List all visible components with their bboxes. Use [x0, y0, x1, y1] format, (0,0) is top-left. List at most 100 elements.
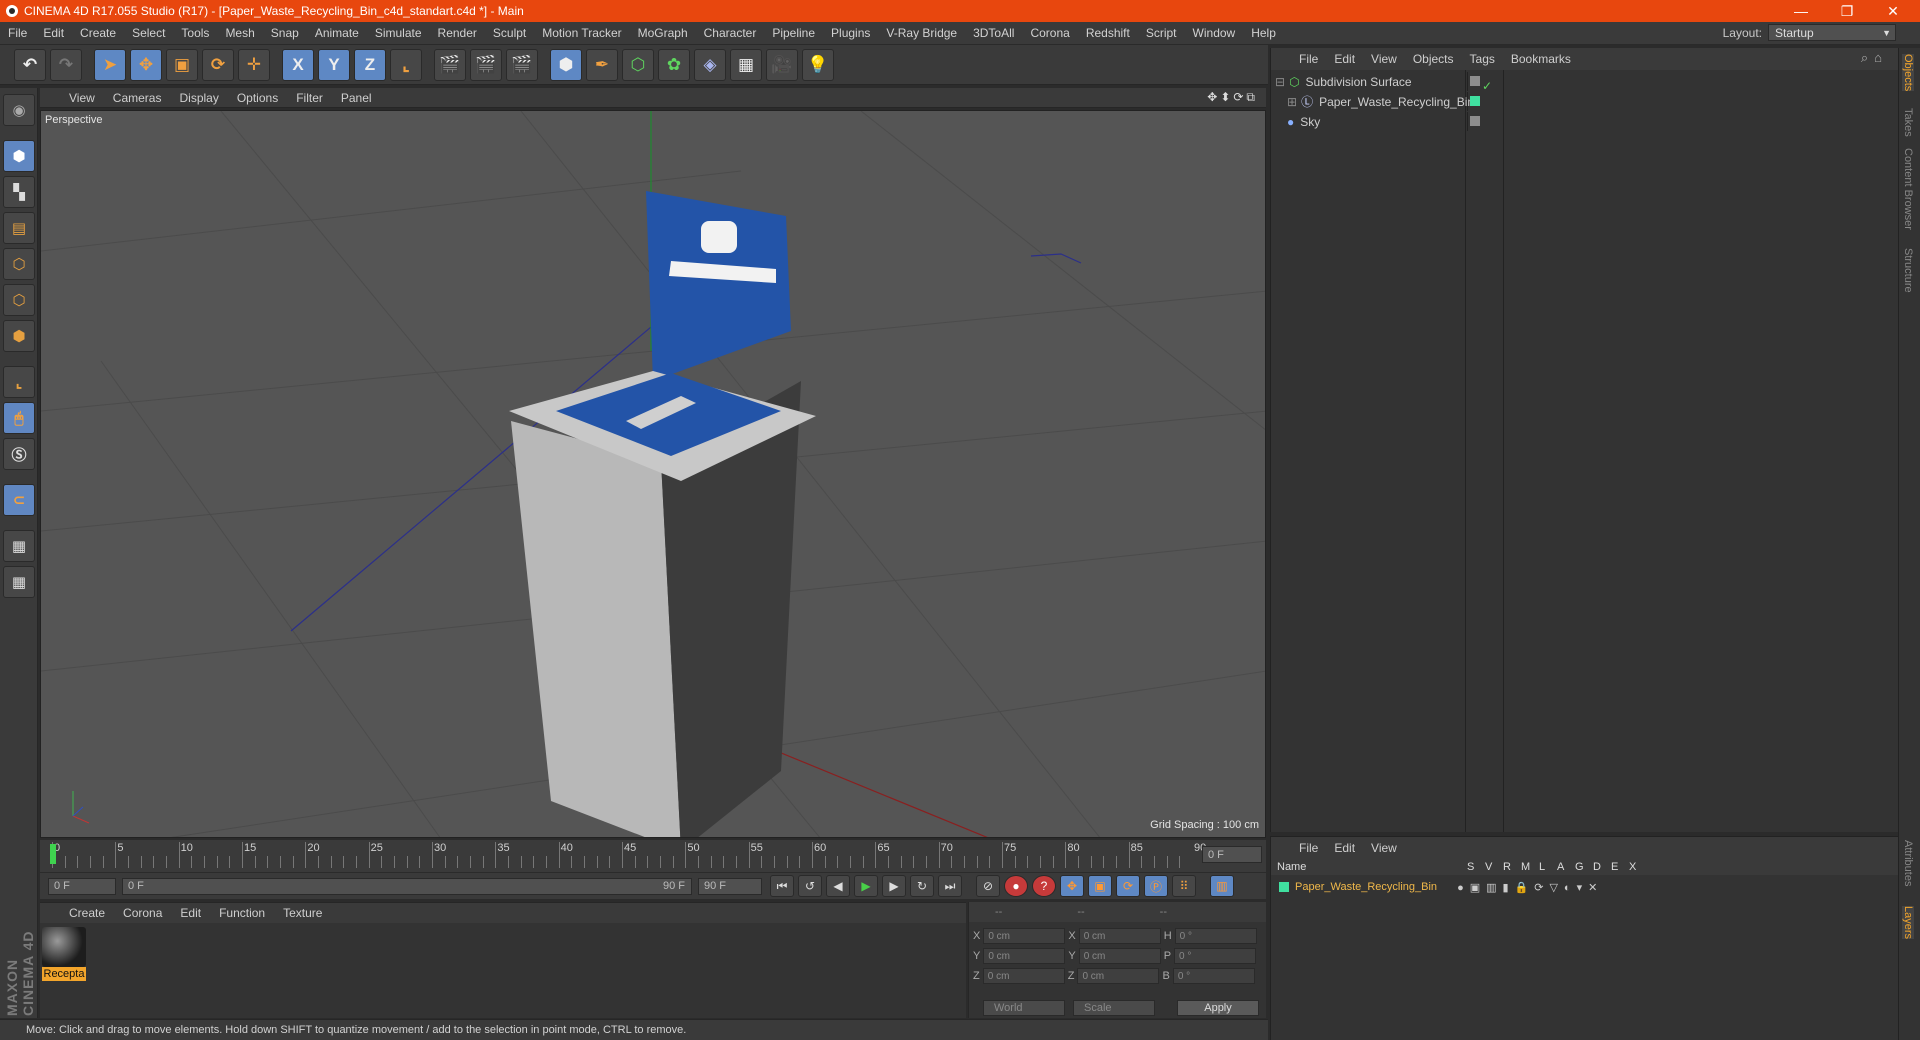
light-button[interactable]: 💡 — [802, 48, 834, 81]
coordinate-system-button[interactable]: ⌞ — [390, 48, 422, 81]
object-menu-view[interactable]: View — [1363, 52, 1405, 66]
layer-col-animation[interactable]: A — [1557, 861, 1564, 873]
object-visibility-toggles[interactable]: ✓ — [1467, 72, 1497, 93]
menu-vray-bridge[interactable]: V-Ray Bridge — [878, 26, 965, 40]
key-point-level-button[interactable]: ⠿ — [1172, 875, 1196, 897]
rotation-b-field[interactable]: 0 ° — [1172, 968, 1255, 984]
menu-redshift[interactable]: Redshift — [1078, 26, 1138, 40]
model-mode-button[interactable]: ⬢ — [3, 140, 35, 172]
viewport-menu-display[interactable]: Display — [170, 91, 227, 105]
object-visibility-toggles[interactable] — [1467, 92, 1497, 111]
go-to-end-button[interactable]: ⏭ — [938, 875, 962, 897]
timeline-ruler[interactable]: 0 5 10 15 20 25 30 35 40 45 50 55 60 65 70 75 80 85 90 0 F — [40, 840, 1266, 872]
object-menu-edit[interactable]: Edit — [1326, 52, 1363, 66]
menu-corona[interactable]: Corona — [1022, 26, 1077, 40]
object-visibility-toggles[interactable] — [1467, 112, 1497, 131]
menu-help[interactable]: Help — [1243, 26, 1284, 40]
menu-mograph[interactable]: MoGraph — [630, 26, 696, 40]
texture-mode-button[interactable]: ▚ — [3, 176, 35, 208]
record-button[interactable]: ● — [1004, 875, 1028, 897]
rotation-p-field[interactable]: 0 ° — [1174, 948, 1257, 964]
menu-tools[interactable]: Tools — [173, 26, 217, 40]
render-view-button[interactable]: 🎬 — [434, 48, 466, 81]
render-picture-viewer-button[interactable]: 🎬 — [470, 48, 502, 81]
playhead-marker[interactable] — [50, 844, 56, 864]
edges-mode-button[interactable]: ⬡ — [3, 284, 35, 316]
menu-script[interactable]: Script — [1138, 26, 1185, 40]
size-z-field[interactable]: 0 cm — [1077, 968, 1160, 984]
viewport-menu-view[interactable]: View — [60, 91, 104, 105]
position-z-field[interactable]: 0 cm — [982, 968, 1065, 984]
menu-motion-tracker[interactable]: Motion Tracker — [534, 26, 629, 40]
previous-keyframe-button[interactable]: ↺ — [798, 875, 822, 897]
render-settings-button[interactable]: 🎬 — [506, 48, 538, 81]
menu-mesh[interactable]: Mesh — [217, 26, 262, 40]
previous-frame-button[interactable]: ◀ — [826, 875, 850, 897]
object-manager-search-icon[interactable]: ⌕⌂ — [1861, 50, 1888, 66]
layer-col-deformers[interactable]: D — [1593, 861, 1601, 873]
material-menu-texture[interactable]: Texture — [274, 906, 331, 920]
object-menu-tags[interactable]: Tags — [1462, 52, 1503, 66]
y-axis-lock-button[interactable]: Y — [318, 48, 350, 81]
layer-col-expressions[interactable]: E — [1611, 861, 1618, 873]
snap-button[interactable]: Ⓢ — [3, 438, 35, 470]
layer-toggle-icons[interactable]: ●▣▥▮🔒⟳▽◐▾✕ — [1457, 881, 1603, 894]
recycling-bin-model[interactable] — [509, 191, 816, 838]
menu-window[interactable]: Window — [1185, 26, 1244, 40]
floor-button[interactable]: ▦ — [730, 48, 762, 81]
scale-tool-button[interactable]: ▣ — [166, 48, 198, 81]
apply-button[interactable]: Apply — [1177, 1000, 1259, 1016]
key-rotation-button[interactable]: ⟳ — [1116, 875, 1140, 897]
tab-takes[interactable]: Takes — [1902, 108, 1914, 137]
timeline-window-button[interactable]: ▥ — [1210, 875, 1234, 897]
tab-content-browser[interactable]: Content Browser — [1902, 148, 1914, 230]
autokey-button[interactable]: ? — [1032, 875, 1056, 897]
object-menu-bookmarks[interactable]: Bookmarks — [1503, 52, 1579, 66]
deformer-button[interactable]: ◈ — [694, 48, 726, 81]
material-menu-edit[interactable]: Edit — [171, 906, 210, 920]
next-keyframe-button[interactable]: ↻ — [910, 875, 934, 897]
layer-menu-view[interactable]: View — [1363, 841, 1405, 855]
tab-objects[interactable]: Objects — [1902, 54, 1914, 92]
menu-animate[interactable]: Animate — [307, 26, 367, 40]
position-x-field[interactable]: 0 cm — [983, 928, 1066, 944]
menu-pipeline[interactable]: Pipeline — [764, 26, 823, 40]
material-menu-create[interactable]: Create — [60, 906, 114, 920]
key-position-button[interactable]: ✥ — [1060, 875, 1084, 897]
next-frame-button[interactable]: ▶ — [882, 875, 906, 897]
go-to-start-button[interactable]: ⏮ — [770, 875, 794, 897]
workplane-mode-button[interactable]: ▤ — [3, 212, 35, 244]
layer-row[interactable]: Paper_Waste_Recycling_Bin ●▣▥▮🔒⟳▽◐▾✕ — [1279, 879, 1603, 895]
menu-3dtoall[interactable]: 3DToAll — [965, 26, 1022, 40]
x-axis-lock-button[interactable]: X — [282, 48, 314, 81]
z-axis-lock-button[interactable]: Z — [354, 48, 386, 81]
redo-button[interactable]: ↷ — [50, 48, 82, 81]
material-menu-function[interactable]: Function — [210, 906, 274, 920]
size-mode-dropdown[interactable]: Scale — [1073, 1000, 1155, 1016]
layer-menu-edit[interactable]: Edit — [1326, 841, 1363, 855]
live-selection-button[interactable]: ✛ — [238, 48, 270, 81]
layer-col-locked[interactable]: L — [1539, 861, 1545, 873]
coordinate-space-dropdown[interactable]: World — [983, 1000, 1065, 1016]
axis-mode-button[interactable]: ⌞ — [3, 366, 35, 398]
spline-pen-button[interactable]: ✒ — [586, 48, 618, 81]
layer-col-generators[interactable]: G — [1575, 861, 1584, 873]
object-menu-objects[interactable]: Objects — [1405, 52, 1462, 66]
viewport-menu-options[interactable]: Options — [228, 91, 287, 105]
menu-character[interactable]: Character — [696, 26, 765, 40]
tab-layers[interactable]: Layers — [1902, 906, 1914, 940]
cube-primitive-button[interactable]: ⬢ — [550, 48, 582, 81]
layer-menu-file[interactable]: File — [1291, 841, 1326, 855]
menu-file[interactable]: File — [0, 26, 35, 40]
make-editable-button[interactable]: ◉ — [3, 94, 35, 126]
viewport-menu-filter[interactable]: Filter — [287, 91, 332, 105]
layer-col-render[interactable]: R — [1503, 861, 1511, 873]
key-parameter-button[interactable]: Ⓟ — [1144, 875, 1168, 897]
tab-structure[interactable]: Structure — [1902, 248, 1914, 293]
menu-edit[interactable]: Edit — [35, 26, 72, 40]
subdivision-surface-button[interactable]: ⬡ — [622, 48, 654, 81]
layer-col-manager[interactable]: M — [1521, 861, 1530, 873]
layer-col-visible[interactable]: V — [1485, 861, 1492, 873]
object-row-paper-waste-recycling-bin[interactable]: ⊞ Ⓛ Paper_Waste_Recycling_Bin — [1275, 92, 1895, 111]
camera-button[interactable]: 🎥 — [766, 48, 798, 81]
